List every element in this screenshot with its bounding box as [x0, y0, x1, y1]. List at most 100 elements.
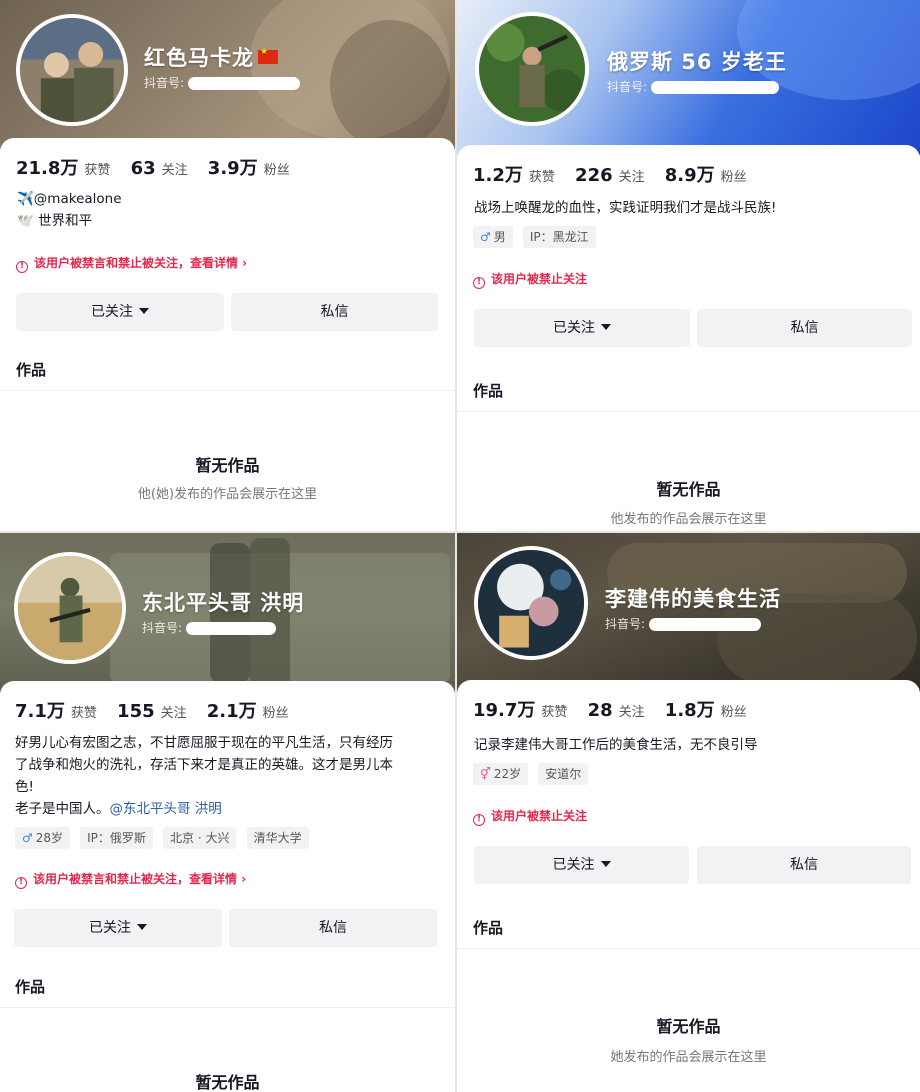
stats-row: 21.8万 获赞 63 关注 3.9万 粉丝 — [16, 154, 306, 180]
empty-title: 暂无作品 — [656, 480, 721, 499]
age-tag: ⚥ 22岁 — [473, 763, 529, 785]
location-tag: 安道尔 — [538, 763, 589, 785]
message-button[interactable]: 私信 — [697, 309, 912, 347]
divider — [0, 390, 455, 391]
avatar[interactable] — [475, 12, 589, 126]
warning-icon: ! — [473, 277, 485, 289]
bio-line: 了战争和炮火的洗礼，存活下来才是真正的英雄。这才是男儿本 — [15, 757, 393, 773]
douyin-id: 抖音号: — [605, 615, 762, 632]
profile-panel-4: 李建伟的美食生活 抖音号: 19.7万 获赞 28 关注 1.8万 粉丝 记录李建伟大… — [455, 531, 920, 1092]
tags-row: ⚥ 22岁 安道尔 — [473, 763, 593, 785]
caret-down-icon — [601, 324, 611, 330]
age-tag: ♂ 28岁 — [15, 827, 71, 849]
message-button[interactable]: 私信 — [697, 846, 911, 884]
caret-down-icon — [137, 924, 147, 930]
following-stat[interactable]: 155 关注 — [117, 701, 187, 722]
profile-panel-2: 俄罗斯 56 岁老王 抖音号: 1.2万 获赞 226 关注 8.9万 粉丝 战场上唤… — [455, 0, 920, 531]
followed-button[interactable]: 已关注 — [14, 909, 222, 947]
stats-row: 1.2万 获赞 226 关注 8.9万 粉丝 — [473, 161, 763, 187]
warning-icon: ! — [473, 814, 485, 826]
ban-warning: ! 该用户被禁止关注 — [473, 807, 587, 826]
redacted-id — [649, 618, 762, 631]
bio: 好男儿心有宏图之志，不甘愿屈服于现在的平凡生活，只有经历 了战争和炮火的洗礼，存… — [15, 732, 439, 820]
username: 李建伟的美食生活 — [605, 587, 781, 611]
ban-warning[interactable]: ! 该用户被禁言和禁止被关注，查看详情 › — [16, 254, 247, 273]
fans-stat[interactable]: 1.8万 粉丝 — [665, 700, 747, 721]
bio: 战场上唤醒龙的血性，实践证明我们才是战斗民族! — [474, 200, 777, 216]
school-tag: 清华大学 — [246, 827, 309, 849]
likes-stat[interactable]: 1.2万 获赞 — [473, 165, 555, 186]
bio: 记录李建伟大哥工作后的美食生活，无不良引导 — [474, 737, 758, 753]
divider — [0, 1007, 455, 1008]
fans-stat[interactable]: 8.9万 粉丝 — [665, 165, 747, 186]
empty-title: 暂无作品 — [195, 456, 260, 475]
following-stat[interactable]: 226 关注 — [575, 165, 645, 186]
redacted-id — [188, 77, 301, 90]
flag-cn-icon — [258, 47, 278, 64]
followed-button[interactable]: 已关注 — [474, 846, 689, 884]
profile-card: 7.1万 获赞 155 关注 2.1万 粉丝 好男儿心有宏图之志，不甘愿屈服于现在的平… — [0, 681, 455, 1092]
message-button[interactable]: 私信 — [229, 909, 437, 947]
empty-title: 暂无作品 — [656, 1017, 721, 1036]
stats-row: 7.1万 获赞 155 关注 2.1万 粉丝 — [15, 697, 305, 723]
ip-tag: IP：黑龙江 — [522, 226, 596, 248]
male-icon: ♂ — [480, 230, 491, 244]
stats-row: 19.7万 获赞 28 关注 1.8万 粉丝 — [473, 696, 763, 722]
caret-down-icon — [139, 308, 149, 314]
empty-title: 暂无作品 — [195, 1073, 260, 1092]
likes-stat[interactable]: 21.8万 获赞 — [16, 158, 110, 179]
caret-down-icon — [600, 861, 611, 867]
profile-panel-3: 东北平头哥 洪明 抖音号: 7.1万 获赞 155 关注 2.1万 粉丝 好男儿心有宏… — [0, 531, 455, 1092]
profile-card: 19.7万 获赞 28 关注 1.8万 粉丝 记录李建伟大哥工作后的美食生活，无不良引… — [457, 680, 920, 1092]
likes-stat[interactable]: 19.7万 获赞 — [473, 700, 567, 721]
warning-icon: ! — [16, 261, 28, 273]
ban-warning[interactable]: ! 该用户被禁言和禁止被关注，查看详情 › — [15, 870, 246, 889]
bio-line: 好男儿心有宏图之志，不甘愿屈服于现在的平凡生活，只有经历 — [15, 735, 393, 751]
profile-card: 21.8万 获赞 63 关注 3.9万 粉丝 ✈️@makealone 🕊️ 世界和平… — [0, 138, 455, 531]
redacted-id — [651, 81, 780, 94]
douyin-id: 抖音号: — [142, 619, 277, 636]
bio-line: 🕊️ 世界和平 — [17, 213, 93, 229]
bio-line: 色! — [15, 779, 34, 795]
tab-works[interactable]: 作品 — [16, 359, 46, 380]
empty-subtitle: 他(她)发布的作品会展示在这里 — [137, 487, 318, 502]
divider — [457, 411, 920, 412]
bio-line: ✈️@makealone — [17, 191, 122, 207]
bio-line: 老子是中国人。@东北平头哥 洪明 — [15, 801, 222, 817]
tags-row: ♂ 男 IP：黑龙江 — [473, 226, 601, 248]
male-icon: ♂ — [22, 831, 33, 845]
redacted-id — [186, 622, 277, 635]
ban-warning: ! 该用户被禁止关注 — [473, 270, 587, 289]
fans-stat[interactable]: 2.1万 粉丝 — [207, 701, 289, 722]
gender-tag: ♂ 男 — [473, 226, 513, 248]
followed-button[interactable]: 已关注 — [474, 309, 690, 347]
warning-icon: ! — [15, 877, 27, 889]
bio: ✈️@makealone 🕊️ 世界和平 — [17, 188, 439, 232]
message-button[interactable]: 私信 — [231, 293, 438, 331]
female-icon: ⚥ — [480, 767, 491, 781]
avatar[interactable] — [16, 14, 128, 126]
username: 俄罗斯 56 岁老王 — [607, 50, 787, 74]
douyin-id: 抖音号: — [607, 78, 780, 95]
following-stat[interactable]: 28 关注 — [588, 700, 645, 721]
fans-stat[interactable]: 3.9万 粉丝 — [208, 158, 290, 179]
following-stat[interactable]: 63 关注 — [131, 158, 188, 179]
ip-tag: IP：俄罗斯 — [80, 827, 153, 849]
likes-stat[interactable]: 7.1万 获赞 — [15, 701, 97, 722]
empty-subtitle: 他发布的作品会展示在这里 — [610, 512, 767, 527]
profile-card: 1.2万 获赞 226 关注 8.9万 粉丝 战场上唤醒龙的血性，实践证明我们才是战斗… — [457, 145, 920, 531]
profile-panel-1: 红色马卡龙 抖音号: 21.8万获赞 63关注 3.9万粉丝 ✈️@makeal… — [0, 0, 455, 531]
tab-works[interactable]: 作品 — [473, 917, 503, 938]
avatar[interactable] — [474, 546, 588, 660]
username: 红色马卡龙 — [144, 42, 278, 72]
followed-button[interactable]: 已关注 — [16, 293, 224, 331]
avatar[interactable] — [14, 552, 126, 664]
tags-row: ♂ 28岁 IP：俄罗斯 北京 · 大兴 清华大学 — [15, 827, 314, 849]
divider — [457, 948, 920, 949]
tab-works[interactable]: 作品 — [473, 380, 503, 401]
empty-subtitle: 她发布的作品会展示在这里 — [610, 1050, 767, 1065]
username: 东北平头哥 洪明 — [142, 591, 305, 615]
douyin-id: 抖音号: — [144, 74, 301, 91]
mention-link[interactable]: @东北平头哥 洪明 — [110, 801, 222, 817]
tab-works[interactable]: 作品 — [15, 976, 45, 997]
